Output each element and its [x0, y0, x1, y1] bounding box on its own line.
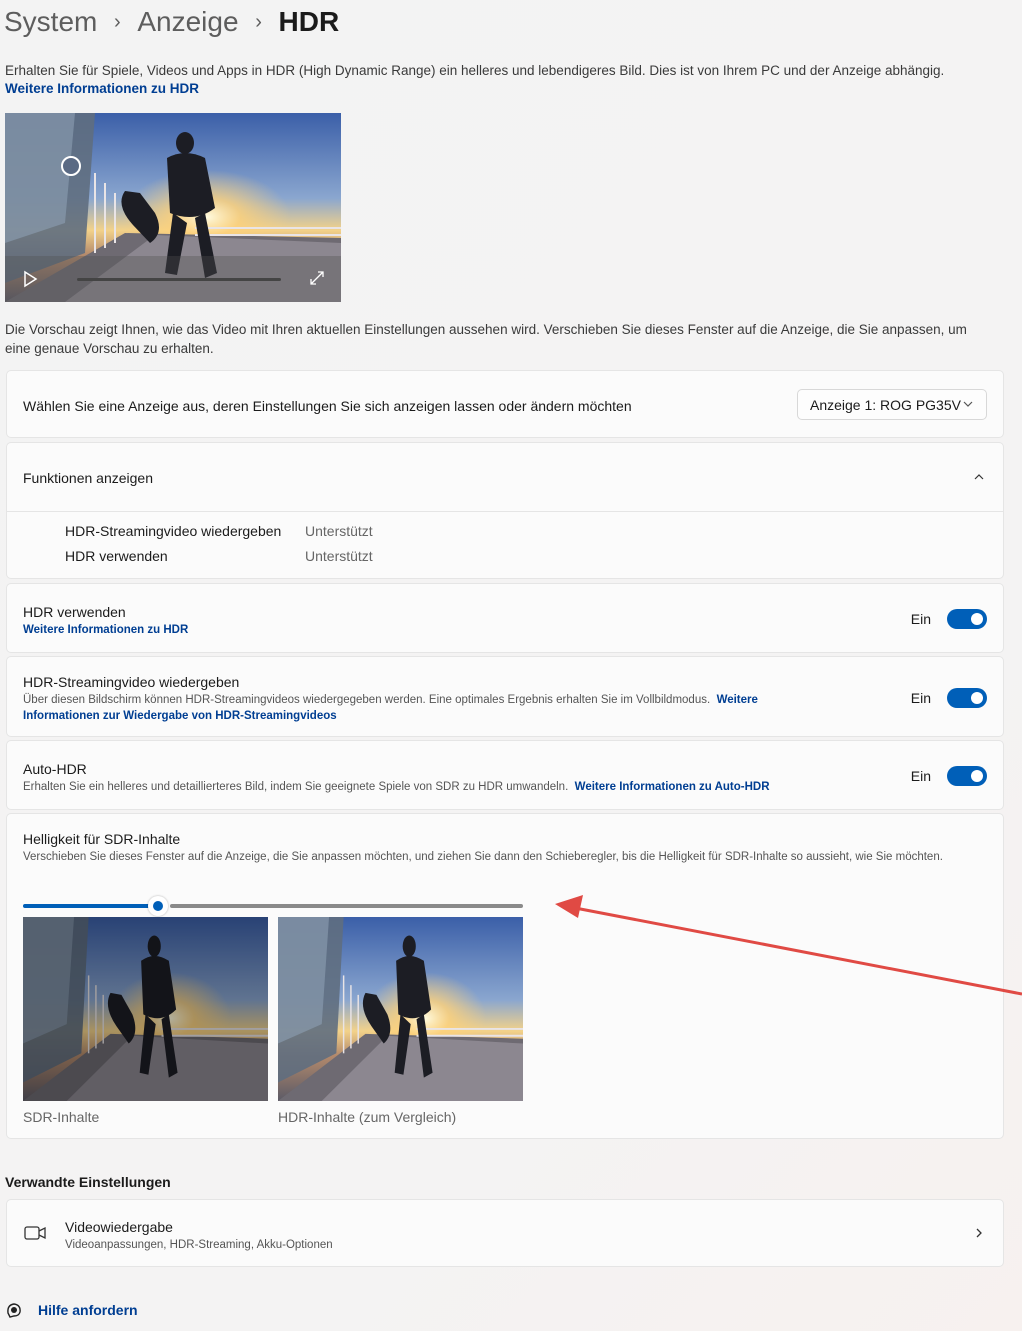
auto-hdr-learn-more-link[interactable]: Weitere Informationen zu Auto-HDR — [575, 781, 770, 793]
chevron-down-icon — [963, 401, 973, 407]
page-title: HDR — [278, 6, 340, 37]
sdr-brightness-desc: Verschieben Sie dieses Fenster auf die A… — [23, 851, 943, 863]
hdr-streaming-state: Ein — [910, 690, 931, 706]
use-hdr-learn-more-link[interactable]: Weitere Informationen zu HDR — [23, 624, 188, 636]
toggle-knob — [971, 770, 983, 782]
auto-hdr-toggle[interactable] — [947, 766, 987, 786]
use-hdr-toggle[interactable] — [947, 609, 987, 629]
breadcrumb-item-system[interactable]: System — [4, 6, 97, 38]
sdr-brightness-slider[interactable] — [23, 896, 523, 916]
chevron-right-icon — [976, 1228, 982, 1238]
sdr-preview-image — [23, 917, 268, 1101]
use-hdr-card: HDR verwenden Weitere Informationen zu H… — [6, 583, 1004, 653]
auto-hdr-state: Ein — [910, 768, 931, 784]
breadcrumb-item-anzeige[interactable]: Anzeige — [137, 6, 238, 38]
feature-value: Unterstützt — [305, 548, 373, 564]
display-features-card: Funktionen anzeigen HDR-Streamingvideo w… — [6, 442, 1004, 579]
breadcrumb: System › Anzeige › HDR — [4, 4, 339, 40]
related-settings-heading: Verwandte Einstellungen — [5, 1174, 171, 1190]
video-seek-track[interactable] — [77, 278, 281, 281]
hdr-streaming-card: HDR-Streamingvideo wiedergeben Über dies… — [6, 656, 1004, 737]
fullscreen-icon[interactable] — [309, 270, 325, 286]
feature-value: Unterstützt — [305, 523, 373, 539]
sdr-brightness-title: Helligkeit für SDR-Inhalte — [23, 831, 181, 847]
toggle-knob — [971, 692, 983, 704]
hdr-streaming-title: HDR-Streamingvideo wiedergeben — [23, 674, 240, 690]
hdr-streaming-desc: Über diesen Bildschirm können HDR-Stream… — [23, 694, 711, 706]
use-hdr-title: HDR verwenden — [23, 604, 126, 620]
play-icon[interactable] — [21, 270, 39, 288]
hdr-preview-image — [278, 917, 523, 1101]
sdr-caption: SDR-Inhalte — [23, 1109, 100, 1125]
sdr-brightness-card: Helligkeit für SDR-Inhalte Verschieben S… — [6, 813, 1004, 1139]
auto-hdr-title: Auto-HDR — [23, 761, 87, 777]
related-item-desc: Videoanpassungen, HDR-Streaming, Akku-Op… — [65, 1239, 333, 1251]
features-header[interactable]: Funktionen anzeigen — [7, 443, 1003, 512]
display-dropdown[interactable]: Anzeige 1: ROG PG35V — [797, 389, 987, 420]
hdr-caption: HDR-Inhalte (zum Vergleich) — [278, 1109, 457, 1125]
slider-thumb[interactable] — [148, 896, 168, 916]
feature-row: HDR-Streamingvideo wiedergeben Unterstüt… — [65, 523, 373, 539]
display-select-card: Wählen Sie eine Anzeige aus, deren Einst… — [6, 370, 1004, 438]
video-controls — [5, 256, 341, 302]
hdr-streaming-toggle[interactable] — [947, 688, 987, 708]
help-icon — [7, 1303, 21, 1318]
auto-hdr-desc: Erhalten Sie ein helleres und detaillier… — [23, 781, 569, 793]
video-camera-icon — [24, 1226, 46, 1240]
auto-hdr-card: Auto-HDR Erhalten Sie ein helleres und d… — [6, 740, 1004, 810]
slider-track-empty — [170, 904, 523, 908]
chevron-right-icon: › — [114, 10, 121, 33]
hdr-video-preview — [5, 113, 341, 302]
related-item-title: Videowiedergabe — [65, 1219, 173, 1235]
feature-row: HDR verwenden Unterstützt — [65, 548, 373, 564]
use-hdr-state: Ein — [910, 611, 931, 627]
get-help[interactable]: Hilfe anfordern — [5, 1301, 138, 1319]
preview-description: Die Vorschau zeigt Ihnen, wie das Video … — [5, 322, 967, 356]
features-title: Funktionen anzeigen — [23, 470, 153, 486]
get-help-link[interactable]: Hilfe anfordern — [38, 1302, 138, 1318]
learn-more-hdr-link[interactable]: Weitere Informationen zu HDR — [5, 81, 199, 96]
intro-section: Erhalten Sie für Spiele, Videos und Apps… — [5, 62, 1005, 98]
toggle-knob — [971, 613, 983, 625]
intro-text: Erhalten Sie für Spiele, Videos und Apps… — [5, 63, 945, 78]
related-item-video-playback[interactable]: Videowiedergabe Videoanpassungen, HDR-St… — [6, 1199, 1004, 1267]
feature-name: HDR verwenden — [65, 548, 168, 564]
chevron-right-icon: › — [255, 10, 262, 33]
feature-name: HDR-Streamingvideo wiedergeben — [65, 523, 282, 539]
display-select-label: Wählen Sie eine Anzeige aus, deren Einst… — [23, 398, 632, 414]
chevron-up-icon[interactable] — [973, 471, 985, 483]
display-dropdown-value: Anzeige 1: ROG PG35V — [810, 396, 961, 413]
slider-track-filled — [23, 904, 150, 908]
video-seek-thumb[interactable] — [61, 156, 81, 176]
